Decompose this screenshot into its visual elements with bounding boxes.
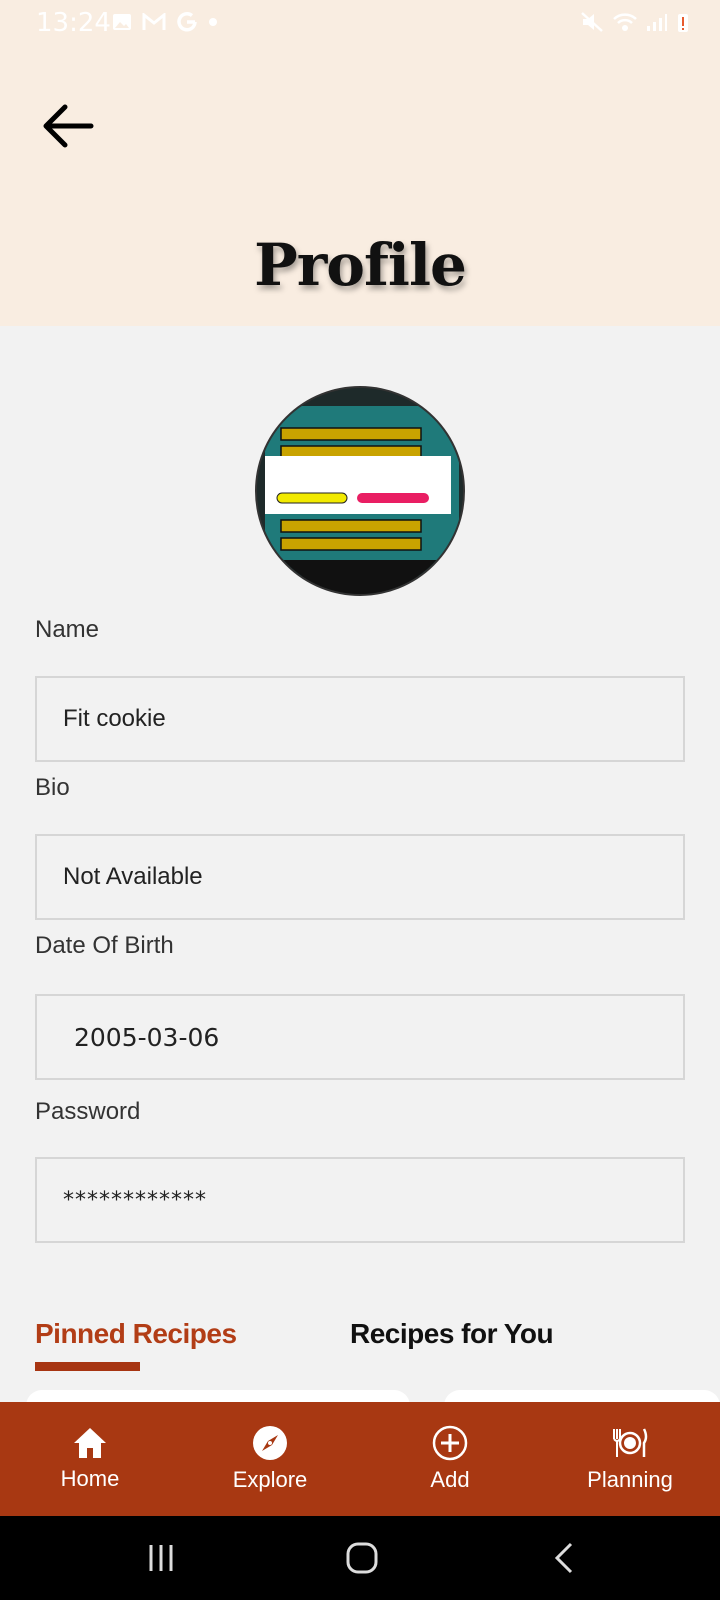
nav-planning-label: Planning (587, 1467, 673, 1492)
home-system-button[interactable] (332, 1538, 392, 1578)
status-bar: 13:24 (0, 0, 720, 46)
profile-avatar[interactable] (255, 386, 465, 596)
active-tab-indicator (35, 1362, 140, 1371)
password-value: ************ (63, 1187, 207, 1213)
system-navigation-bar (0, 1516, 720, 1600)
password-label: Password (35, 1098, 141, 1125)
tab-pinned-recipes[interactable]: Pinned Recipes (35, 1318, 237, 1350)
back-button[interactable] (38, 96, 98, 156)
recent-apps-icon (149, 1545, 173, 1571)
page-title: Profile (254, 231, 467, 299)
add-circle-icon (432, 1425, 468, 1461)
bio-value: Not Available (63, 863, 203, 890)
home-outline-icon (346, 1542, 378, 1574)
bio-label: Bio (35, 774, 70, 801)
dob-label: Date Of Birth (35, 932, 174, 959)
name-value: Fit cookie (63, 705, 166, 732)
nav-add[interactable]: Add (360, 1402, 540, 1516)
plate-cutlery-icon (613, 1428, 648, 1457)
recent-apps-button[interactable] (131, 1538, 191, 1578)
dob-value: 2005-03-06 (74, 1022, 220, 1052)
password-field[interactable]: ************ (35, 1157, 685, 1243)
mute-icon (581, 12, 603, 32)
nav-planning[interactable]: Planning (540, 1402, 720, 1516)
wifi-icon (613, 13, 637, 31)
chevron-left-icon (554, 1542, 573, 1574)
battery-alert-icon (678, 14, 688, 32)
system-icons (580, 11, 690, 33)
gmail-icon (142, 13, 166, 30)
nav-explore[interactable]: Explore (180, 1402, 360, 1516)
signal-icon (647, 14, 667, 31)
nav-home[interactable]: Home (0, 1402, 180, 1516)
name-label: Name (35, 616, 100, 643)
tab-recipes-for-you[interactable]: Recipes for You (350, 1318, 554, 1350)
system-back-button[interactable] (534, 1538, 594, 1578)
notification-icons (112, 11, 218, 33)
image-icon (113, 14, 131, 30)
dot-icon (209, 18, 217, 26)
compass-icon (253, 1426, 287, 1460)
nav-add-label: Add (430, 1467, 470, 1492)
nav-home-label: Home (60, 1466, 120, 1491)
bio-field[interactable]: Not Available (35, 834, 685, 920)
status-time: 13:24 (36, 8, 111, 38)
avatar-image (257, 388, 463, 594)
nav-explore-label: Explore (232, 1467, 308, 1492)
profile-header: Profile (0, 46, 720, 326)
home-icon (74, 1428, 106, 1458)
name-field[interactable]: Fit cookie (35, 676, 685, 762)
google-icon (177, 12, 197, 32)
arrow-left-icon (43, 104, 94, 148)
bottom-navigation: Home Explore Add Planning (0, 1402, 720, 1516)
dob-field[interactable]: 2005-03-06 (35, 994, 685, 1080)
